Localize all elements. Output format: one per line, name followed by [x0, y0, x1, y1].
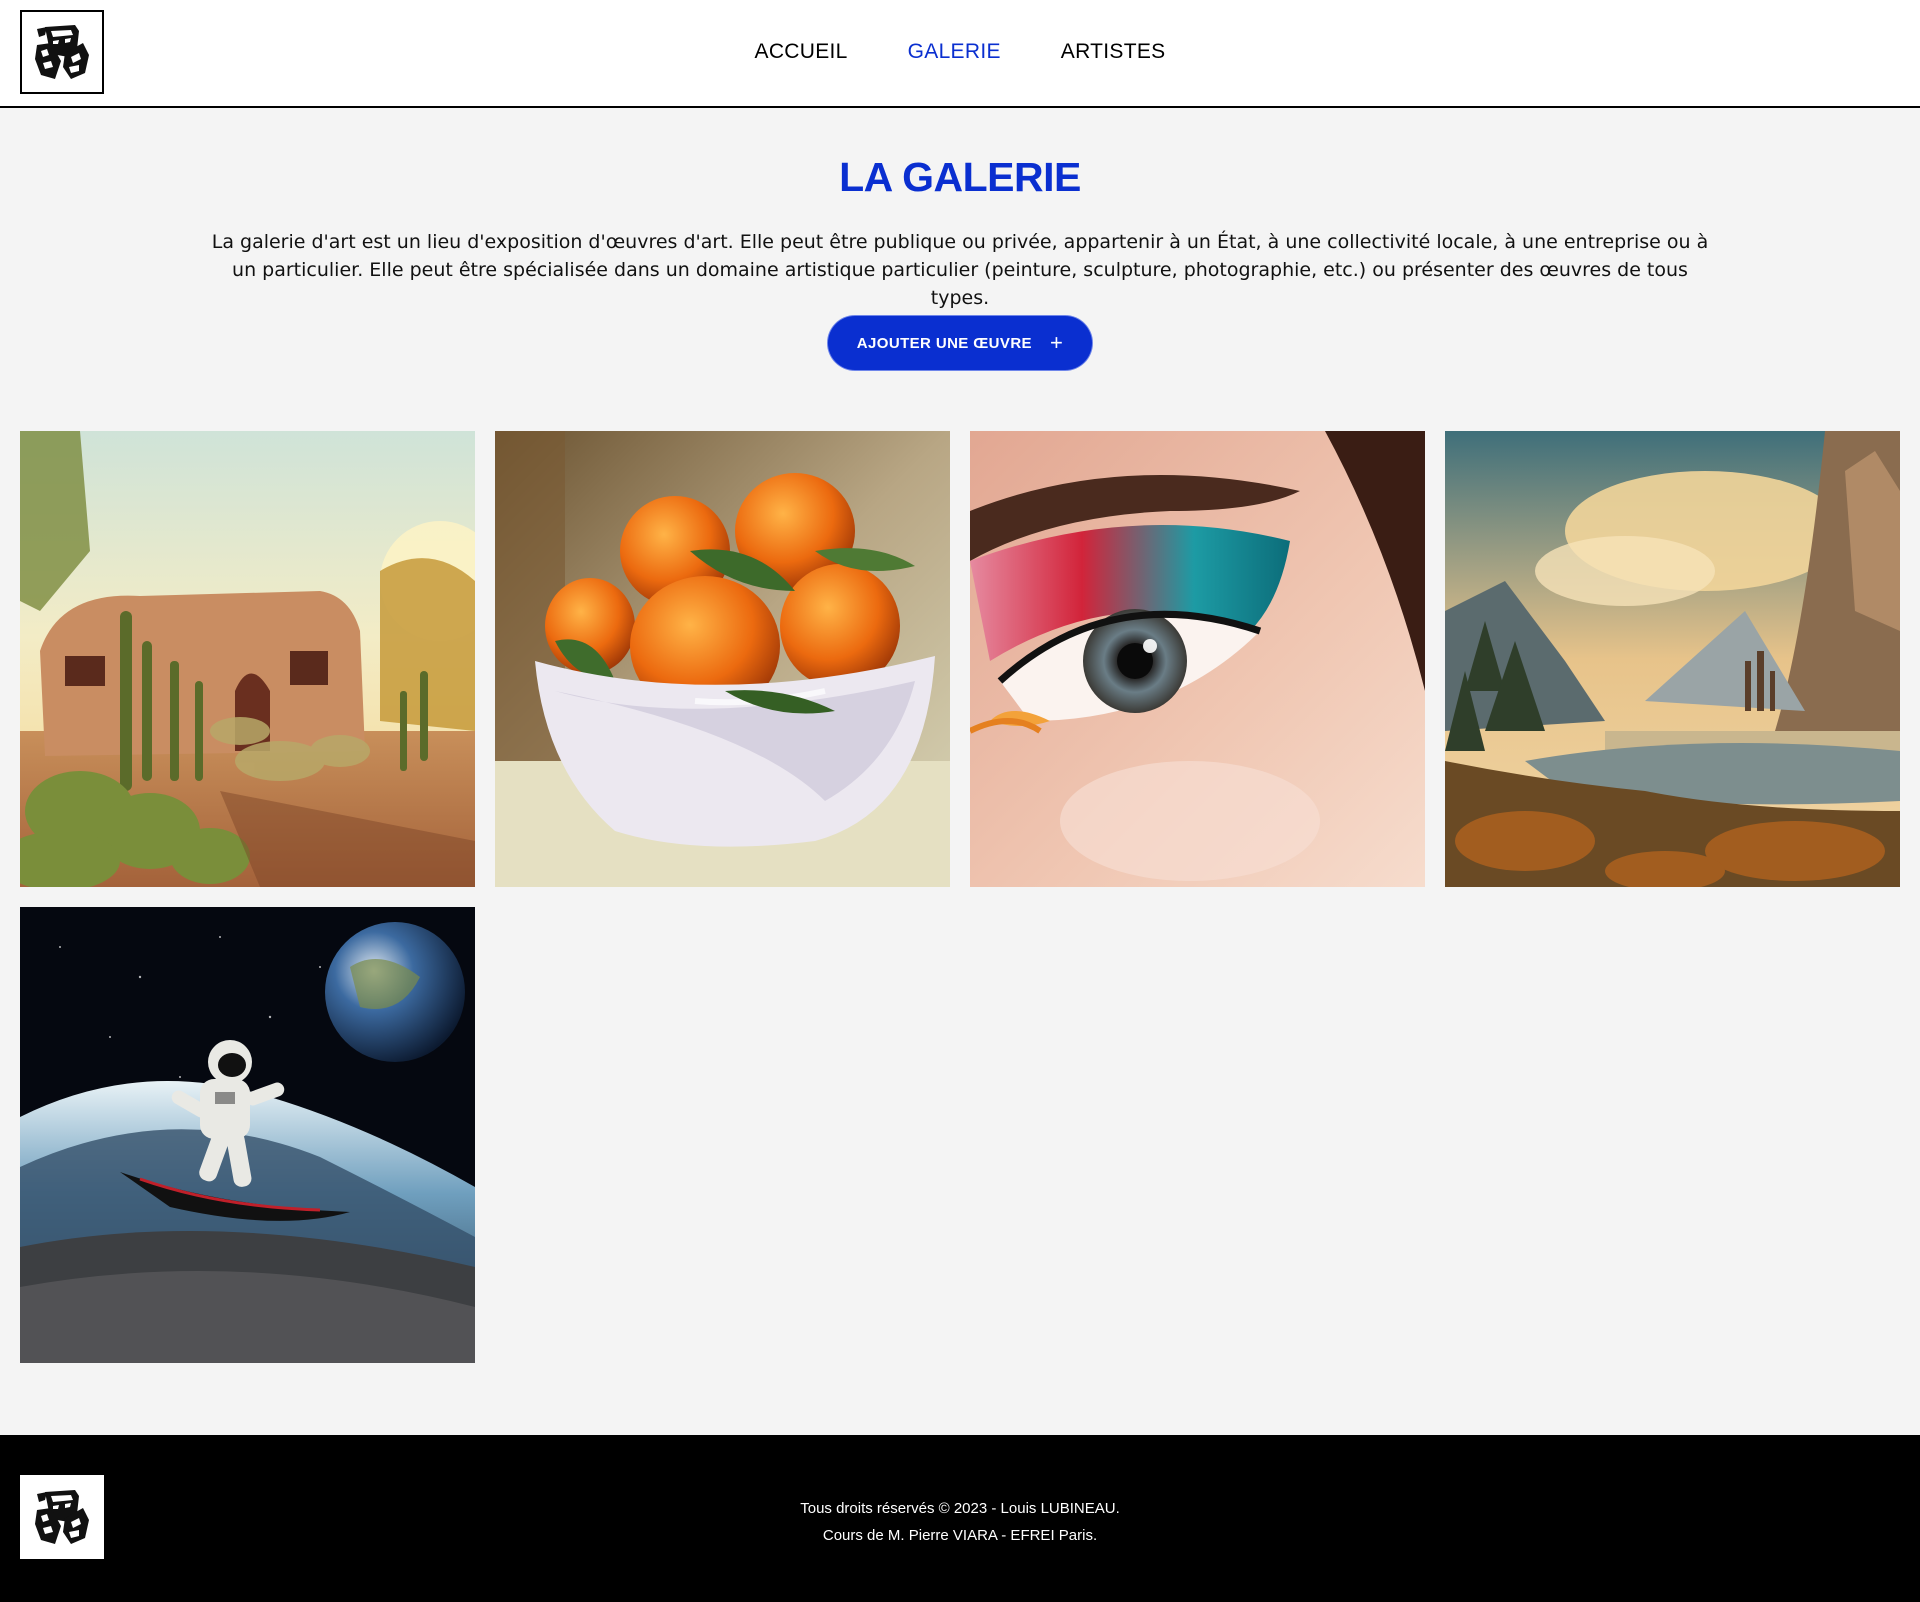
plus-icon: +	[1049, 330, 1064, 355]
artwork-eye-makeup[interactable]	[970, 431, 1425, 887]
artwork-astronaut-surfing[interactable]	[20, 907, 475, 1363]
add-artwork-button[interactable]: AJOUTER UNE ŒUVRE +	[828, 316, 1092, 370]
intro-text: La galerie d'art est un lieu d'expositio…	[211, 231, 1709, 309]
main-nav: ACCUEIL GALERIE ARTISTES	[0, 40, 1920, 64]
artwork-mountain-landscape[interactable]	[1445, 431, 1900, 887]
footer-course: Cours de M. Pierre VIARA - EFREI Paris.	[822, 1527, 1098, 1544]
eye-makeup-image	[970, 431, 1425, 887]
page-title: LA GALERIE	[839, 154, 1081, 200]
oranges-bowl-image	[495, 431, 950, 887]
nav-galerie[interactable]: GALERIE	[908, 40, 1001, 64]
footer-copyright: Tous droits réservés © 2023 - Louis LUBI…	[800, 1500, 1120, 1517]
nav-artistes[interactable]: ARTISTES	[1061, 40, 1166, 64]
artwork-gallery	[20, 431, 1900, 1363]
site-header: ACCUEIL GALERIE ARTISTES	[0, 0, 1920, 108]
nav-accueil[interactable]: ACCUEIL	[755, 40, 848, 64]
site-footer: Tous droits réservés © 2023 - Louis LUBI…	[0, 1435, 1920, 1602]
artwork-oranges-bowl[interactable]	[495, 431, 950, 887]
add-artwork-label: AJOUTER UNE ŒUVRE	[856, 334, 1032, 352]
artwork-desert-house[interactable]	[20, 431, 475, 887]
desert-house-image	[20, 431, 475, 887]
footer-text: Tous droits réservés © 2023 - Louis LUBI…	[0, 1495, 1920, 1549]
mountain-landscape-image	[1445, 431, 1900, 887]
astronaut-surfing-image	[20, 907, 475, 1363]
